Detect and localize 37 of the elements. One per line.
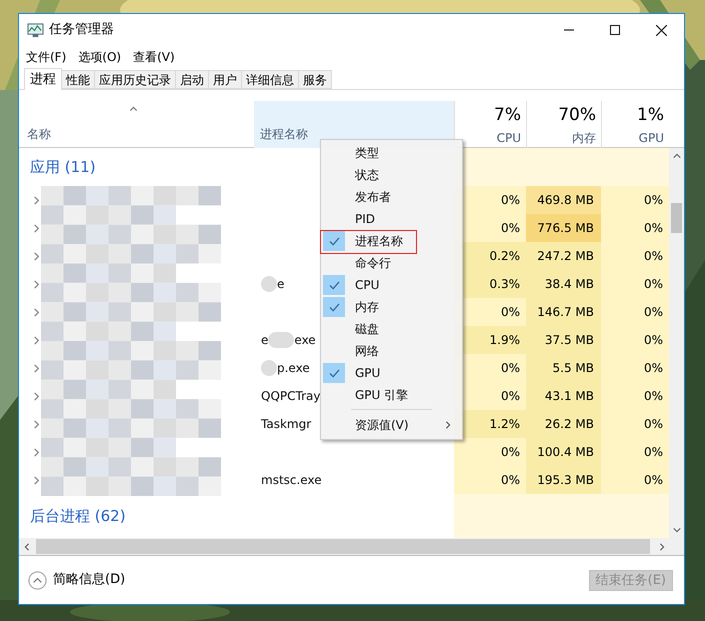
process-name: QQPCTray [261, 388, 320, 405]
process-name: e [261, 332, 268, 349]
memory-cell: 469.8 MB [526, 186, 601, 214]
process-name: mstsc.exe [261, 472, 322, 489]
memory-cell: 26.2 MB [526, 410, 601, 438]
gpu-cell: 0% [601, 298, 669, 326]
memory-cell: 100.4 MB [526, 438, 601, 466]
gpu-cell: 0% [601, 186, 669, 214]
gpu-cell: 0% [601, 242, 669, 270]
memory-cell: 38.4 MB [526, 270, 601, 298]
gpu-cell: 0% [601, 382, 669, 410]
memory-cell: 776.5 MB [526, 214, 601, 242]
usage-percent: 70% [558, 104, 596, 127]
process-name: e [277, 276, 284, 293]
window-title: 任务管理器 [49, 21, 114, 40]
memory-cell: 37.5 MB [526, 326, 601, 354]
gpu-cell: 0% [601, 410, 669, 438]
memory-cell: 146.7 MB [526, 298, 601, 326]
group-header: 后台进程 (62) [30, 506, 126, 527]
gpu-cell: 0% [601, 438, 669, 466]
usage-percent: 7% [494, 104, 521, 127]
cpu-cell: 0% [454, 438, 526, 466]
process-name: p.exe [277, 360, 310, 377]
gpu-cell: 0% [601, 214, 669, 242]
process-name: exe [294, 332, 316, 349]
gpu-cell: 0% [601, 466, 669, 494]
memory-cell: 5.5 MB [526, 354, 601, 382]
cpu-cell: 0% [454, 466, 526, 494]
usage-percent: 1% [637, 104, 664, 127]
memory-cell: 247.2 MB [526, 242, 601, 270]
gpu-cell: 0% [601, 270, 669, 298]
gpu-cell: 0% [601, 354, 669, 382]
gpu-cell: 0% [601, 326, 669, 354]
memory-cell: 195.3 MB [526, 466, 601, 494]
group-header: 应用 (11) [30, 156, 96, 178]
process-name: Taskmgr [261, 416, 312, 433]
memory-cell: 43.1 MB [526, 382, 601, 410]
